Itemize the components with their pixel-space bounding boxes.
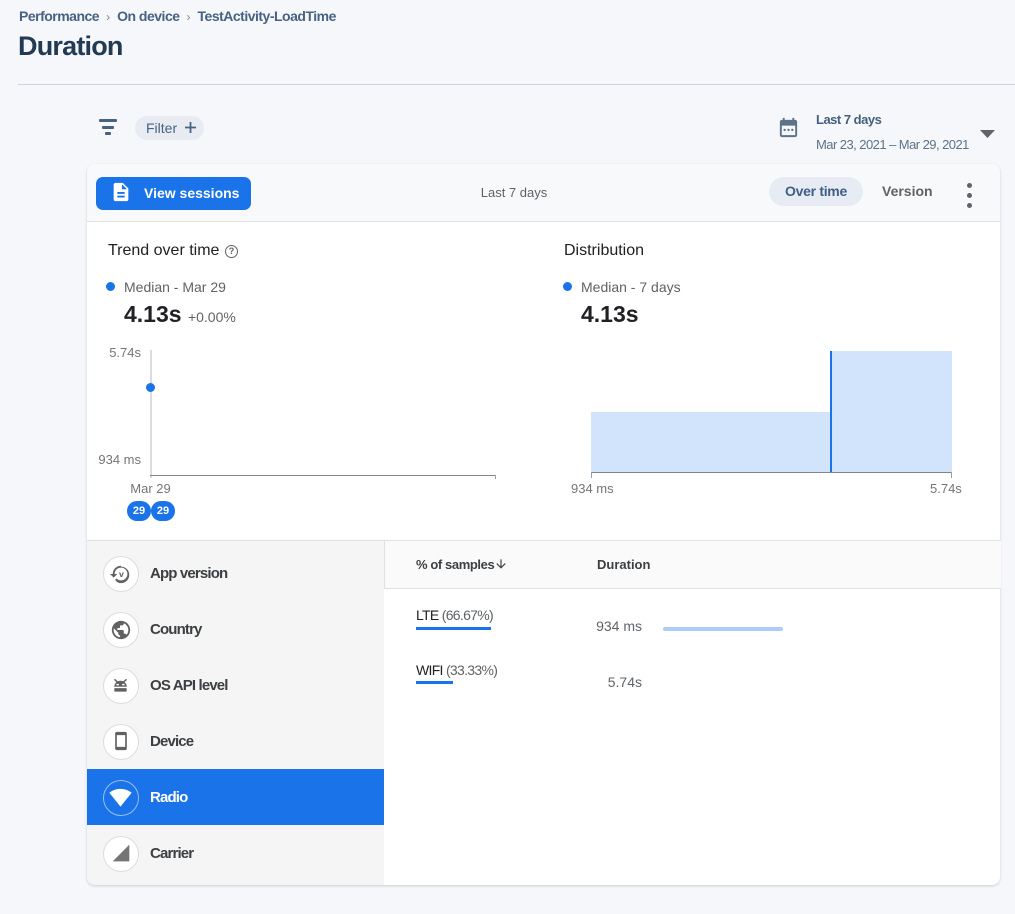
svg-text:v: v: [119, 569, 124, 579]
